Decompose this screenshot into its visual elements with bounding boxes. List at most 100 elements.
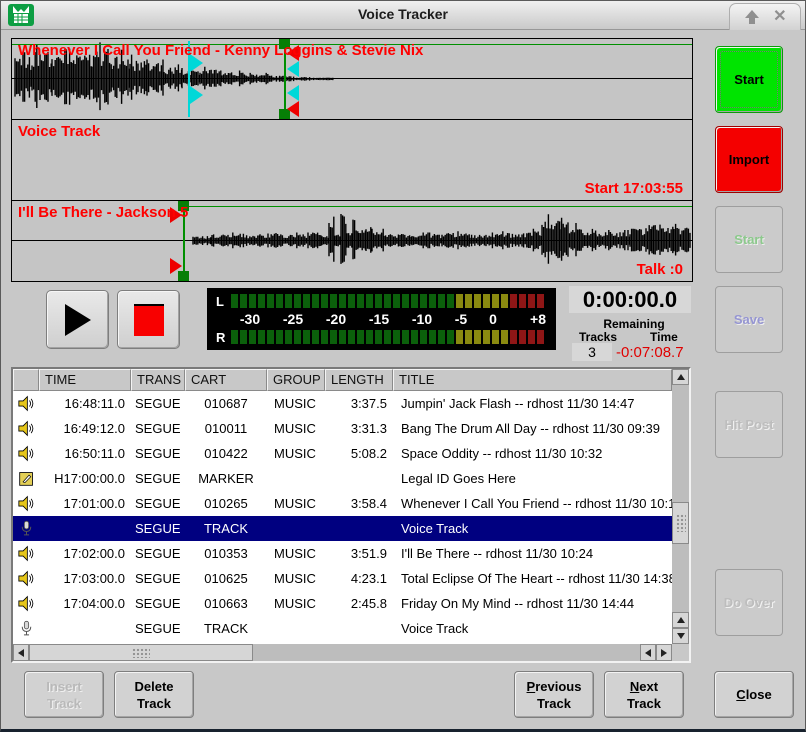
cell-len: 3:51.9 <box>325 546 393 561</box>
track1-fadeout-handle-top-icon[interactable] <box>287 61 299 77</box>
track2-voicetrack-panel[interactable]: Voice Track Start 17:03:55 <box>11 119 693 201</box>
cell-icon <box>13 595 39 612</box>
log-table-header: TIMETRANSCARTGROUPLENGTHTITLE <box>13 369 672 391</box>
track3-waveform-panel[interactable]: I'll Be There - Jackson 5 Talk :0 <box>11 200 693 282</box>
meter-tick: 0 <box>489 311 497 327</box>
cell-len: 3:37.5 <box>325 396 393 411</box>
titlebar: Voice Tracker ✕ <box>1 1 805 30</box>
speaker-icon <box>18 420 35 437</box>
play-button[interactable] <box>46 290 109 349</box>
column-header-length[interactable]: LENGTH <box>325 369 393 391</box>
log-row[interactable]: 16:49:12.0SEGUE010011MUSIC3:31.3Bang The… <box>13 416 672 441</box>
log-row[interactable]: 17:03:00.0SEGUE010625MUSIC4:23.1Total Ec… <box>13 566 672 591</box>
previous-track-button[interactable]: Previous Track <box>514 671 594 718</box>
cell-title: Jumpin' Jack Flash -- rdhost 11/30 14:47 <box>393 396 672 411</box>
cell-cart: 010011 <box>185 421 267 436</box>
down-arrow-icon <box>677 633 685 639</box>
log-table: TIMETRANSCARTGROUPLENGTHTITLE 16:48:11.0… <box>11 367 691 663</box>
track3-level-line <box>183 206 692 207</box>
cell-time: 17:02:00.0 <box>39 546 131 561</box>
horizontal-scrollbar[interactable] <box>13 644 672 661</box>
track1-title: Whenever I Call You Friend - Kenny Loggi… <box>18 42 423 59</box>
cell-trans: SEGUE <box>131 596 185 611</box>
next-track-line2: Track <box>627 695 661 712</box>
stop-button[interactable] <box>117 290 180 349</box>
cell-icon <box>13 495 39 512</box>
log-row-selected[interactable]: SEGUETRACKVoice Track <box>13 516 672 541</box>
speaker-icon <box>18 495 35 512</box>
vertical-scrollbar[interactable] <box>672 369 689 644</box>
left-arrow-icon <box>18 649 24 657</box>
track2-start-time: Start 17:03:55 <box>585 180 683 197</box>
voice-track-editor: Whenever I Call You Friend - Kenny Loggi… <box>11 38 693 282</box>
log-row[interactable]: 16:48:11.0SEGUE010687MUSIC3:37.5Jumpin' … <box>13 391 672 416</box>
start-button[interactable]: Start <box>715 46 783 113</box>
do-over-label: Do Over <box>724 594 775 611</box>
log-table-body: 16:48:11.0SEGUE010687MUSIC3:37.5Jumpin' … <box>13 391 672 644</box>
window-title: Voice Tracker <box>1 6 805 22</box>
speaker-icon <box>18 595 35 612</box>
horizontal-scroll-thumb[interactable] <box>29 644 253 661</box>
voice-tracker-window: Voice Tracker ✕ Whenever I Call You Frie… <box>0 0 806 732</box>
column-header-icon[interactable] <box>13 369 39 391</box>
track3-start-handle-bottom-icon[interactable] <box>170 258 182 274</box>
thumb-grip <box>676 514 686 532</box>
scroll-left-button[interactable] <box>13 644 29 661</box>
log-row[interactable]: SEGUETRACKVoice Track <box>13 616 672 641</box>
scroll-up-button-2[interactable] <box>672 612 689 628</box>
track1-end-handle-bottom-icon[interactable] <box>287 101 299 117</box>
scroll-left-button-2[interactable] <box>640 644 656 661</box>
column-header-title[interactable]: TITLE <box>393 369 672 391</box>
hit-post-button: Hit Post <box>715 391 783 458</box>
start-button-label: Start <box>734 71 764 88</box>
meter-left-label: L <box>216 294 224 309</box>
column-header-time[interactable]: TIME <box>39 369 131 391</box>
scroll-right-button[interactable] <box>656 644 672 661</box>
cell-len: 3:31.3 <box>325 421 393 436</box>
cell-cart: 010422 <box>185 446 267 461</box>
window-controls: ✕ <box>729 3 801 30</box>
vertical-scroll-thumb[interactable] <box>672 502 689 544</box>
meter-scale: -30-25-20-15-10-50+8 <box>207 311 556 327</box>
up-arrow-icon <box>677 617 685 623</box>
delete-track-button[interactable]: Delete Track <box>114 671 194 718</box>
log-row[interactable]: 17:02:00.0SEGUE010353MUSIC3:51.9I'll Be … <box>13 541 672 566</box>
cell-time: 17:03:00.0 <box>39 571 131 586</box>
delete-track-line2: Track <box>137 695 171 712</box>
speaker-icon <box>18 395 35 412</box>
import-button-label: Import <box>729 151 769 168</box>
log-row[interactable]: 17:01:00.0SEGUE010265MUSIC3:58.4Whenever… <box>13 491 672 516</box>
remaining-label: Remaining <box>569 317 699 331</box>
import-button[interactable]: Import <box>715 126 783 193</box>
column-header-group[interactable]: GROUP <box>267 369 325 391</box>
column-header-trans[interactable]: TRANS <box>131 369 185 391</box>
scroll-up-button[interactable] <box>672 369 689 385</box>
meter-tick: -30 <box>240 311 260 327</box>
cell-title: Whenever I Call You Friend -- rdhost 11/… <box>393 496 672 511</box>
audio-level-meter: L -30-25-20-15-10-50+8 R <box>207 288 556 350</box>
play-icon <box>65 304 91 336</box>
start-disabled-label: Start <box>734 231 764 248</box>
meter-left-segments <box>231 294 546 308</box>
microphone-icon <box>18 620 35 637</box>
track1-waveform-panel[interactable]: Whenever I Call You Friend - Kenny Loggi… <box>11 38 693 120</box>
scroll-down-button[interactable] <box>672 628 689 644</box>
column-header-cart[interactable]: CART <box>185 369 267 391</box>
cell-cart: TRACK <box>185 521 267 536</box>
previous-track-line2: Track <box>537 695 571 712</box>
close-button[interactable]: Close <box>714 671 794 718</box>
shade-window-icon[interactable] <box>744 10 760 25</box>
save-button-label: Save <box>734 311 764 328</box>
save-button: Save <box>715 286 783 353</box>
cell-trans: SEGUE <box>131 546 185 561</box>
next-track-button[interactable]: Next Track <box>604 671 684 718</box>
cell-len: 3:58.4 <box>325 496 393 511</box>
close-window-icon[interactable]: ✕ <box>773 9 786 25</box>
track1-fade-handle-bottom-icon[interactable] <box>190 86 203 104</box>
track1-fadeout-handle-bottom-icon[interactable] <box>287 85 299 101</box>
cell-icon <box>13 395 39 412</box>
log-row[interactable]: 17:04:00.0SEGUE010663MUSIC2:45.8Friday O… <box>13 591 672 616</box>
cell-group: MUSIC <box>267 596 325 611</box>
log-row[interactable]: 16:50:11.0SEGUE010422MUSIC5:08.2Space Od… <box>13 441 672 466</box>
log-row[interactable]: H17:00:00.0SEGUEMARKERLegal ID Goes Here <box>13 466 672 491</box>
